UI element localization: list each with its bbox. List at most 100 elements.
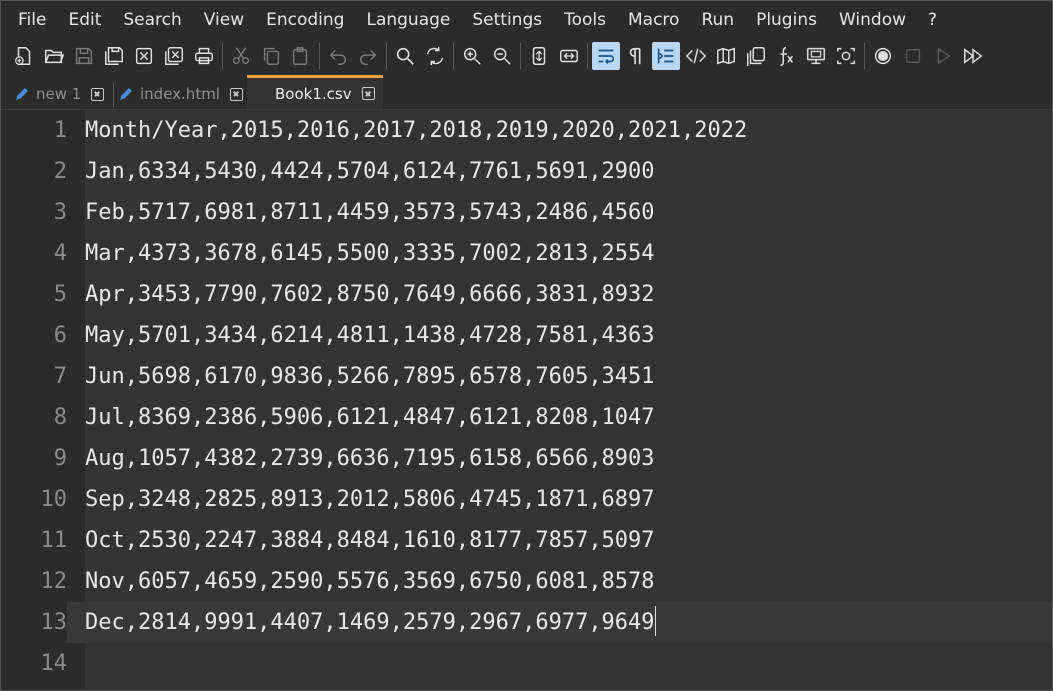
line-text[interactable]: Jul,8369,2386,5906,6121,4847,6121,8208,1…: [85, 397, 655, 438]
editor-line[interactable]: 8 Jul,8369,2386,5906,6121,4847,6121,8208,…: [10, 397, 1052, 438]
tab-label: new 1: [36, 85, 82, 103]
editor-line[interactable]: 14: [10, 643, 1052, 684]
editor-line[interactable]: 9 Aug,1057,4382,2739,6636,7195,6158,6566,…: [10, 438, 1052, 479]
line-content: Aug,1057,4382,2739,6636,7195,6158,6566,8…: [85, 446, 655, 471]
copy-icon[interactable]: [256, 41, 286, 71]
toolbar-divider: [319, 43, 320, 69]
editor-line[interactable]: 6 May,5701,3434,6214,4811,1438,4728,7581,…: [10, 315, 1052, 356]
line-content: Jan,6334,5430,4424,5704,6124,7761,5691,2…: [85, 159, 655, 184]
editor-line[interactable]: 12 Nov,6057,4659,2590,5576,3569,6750,6081…: [10, 561, 1052, 602]
menu-view[interactable]: View: [193, 1, 255, 39]
line-text[interactable]: May,5701,3434,6214,4811,1438,4728,7581,4…: [85, 315, 655, 356]
editor-line[interactable]: 1 Month/Year,2015,2016,2017,2018,2019,202…: [10, 110, 1052, 151]
toolbar-divider: [587, 43, 588, 69]
line-text[interactable]: Dec,2814,9991,4407,1469,2579,2967,6977,9…: [85, 602, 656, 643]
save-icon[interactable]: [69, 41, 99, 71]
redo-icon[interactable]: [353, 41, 383, 71]
toolbar-divider: [386, 43, 387, 69]
line-content: Nov,6057,4659,2590,5576,3569,6750,6081,8…: [85, 569, 655, 594]
toolbar: [1, 39, 1052, 73]
menu-edit[interactable]: Edit: [57, 1, 112, 39]
open-file-icon[interactable]: [39, 41, 69, 71]
run-macro-multiple-icon[interactable]: [958, 41, 988, 71]
line-content: Jul,8369,2386,5906,6121,4847,6121,8208,1…: [85, 405, 655, 430]
line-text[interactable]: Nov,6057,4659,2590,5576,3569,6750,6081,8…: [85, 561, 655, 602]
tab-book1-csv[interactable]: Book1.csv: [247, 75, 383, 109]
tab-bar: new 1 index.html Book1.csv: [1, 73, 1052, 110]
line-text[interactable]: Feb,5717,6981,8711,4459,3573,5743,2486,4…: [85, 192, 655, 233]
menu-settings[interactable]: Settings: [461, 1, 553, 39]
tab-index-html[interactable]: index.html: [117, 79, 243, 109]
replace-icon[interactable]: [420, 41, 450, 71]
menu-language[interactable]: Language: [355, 1, 461, 39]
sync-horizontal-icon[interactable]: [554, 41, 584, 71]
zoom-in-icon[interactable]: [457, 41, 487, 71]
menu-tools[interactable]: Tools: [553, 1, 617, 39]
text-editor[interactable]: 1 Month/Year,2015,2016,2017,2018,2019,202…: [10, 110, 1052, 690]
close-all-icon[interactable]: [159, 41, 189, 71]
xml-tag-icon[interactable]: [681, 41, 711, 71]
text-caret: [654, 606, 656, 636]
function-list-icon[interactable]: [771, 41, 801, 71]
cut-icon[interactable]: [226, 41, 256, 71]
editor-line[interactable]: 3 Feb,5717,6981,8711,4459,3573,5743,2486,…: [10, 192, 1052, 233]
stop-record-icon[interactable]: [898, 41, 928, 71]
line-content: Dec,2814,9991,4407,1469,2579,2967,6977,9…: [85, 610, 655, 635]
monitor-icon[interactable]: [831, 41, 861, 71]
line-text[interactable]: Mar,4373,3678,6145,5500,3335,7002,2813,2…: [85, 233, 655, 274]
pencil-icon: [120, 88, 132, 100]
indent-guide-icon[interactable]: [652, 42, 680, 70]
close-tab-icon[interactable]: [361, 87, 375, 100]
show-all-chars-icon[interactable]: [621, 41, 651, 71]
line-text[interactable]: Month/Year,2015,2016,2017,2018,2019,2020…: [85, 110, 747, 151]
editor-line[interactable]: 11 Oct,2530,2247,3884,8484,1610,8177,7857…: [10, 520, 1052, 561]
line-text[interactable]: Sep,3248,2825,8913,2012,5806,4745,1871,6…: [85, 479, 655, 520]
find-icon[interactable]: [390, 41, 420, 71]
word-wrap-icon[interactable]: [592, 42, 620, 70]
record-macro-icon[interactable]: [868, 41, 898, 71]
toolbar-divider: [864, 43, 865, 69]
menu-file[interactable]: File: [1, 1, 57, 39]
tab-new-1[interactable]: new 1: [13, 79, 105, 109]
pencil-icon: [16, 88, 28, 100]
print-icon[interactable]: [189, 41, 219, 71]
folder-workspace-icon[interactable]: [801, 41, 831, 71]
save-all-icon[interactable]: [99, 41, 129, 71]
line-text[interactable]: Aug,1057,4382,2739,6636,7195,6158,6566,8…: [85, 438, 655, 479]
menu-encoding[interactable]: Encoding: [255, 1, 355, 39]
editor-line[interactable]: 7 Jun,5698,6170,9836,5266,7895,6578,7605,…: [10, 356, 1052, 397]
close-tab-icon[interactable]: [229, 87, 243, 101]
undo-icon[interactable]: [323, 41, 353, 71]
menu-macro[interactable]: Macro: [617, 1, 690, 39]
line-number: 8: [10, 397, 67, 438]
editor-line[interactable]: 4 Mar,4373,3678,6145,5500,3335,7002,2813,…: [10, 233, 1052, 274]
zoom-out-icon[interactable]: [487, 41, 517, 71]
menu-plugins[interactable]: Plugins: [745, 1, 828, 39]
sync-vertical-icon[interactable]: [524, 41, 554, 71]
line-number: 2: [10, 151, 67, 192]
menu-window[interactable]: Window: [828, 1, 917, 39]
editor-line[interactable]: 13 Dec,2814,9991,4407,1469,2579,2967,6977…: [10, 602, 1052, 643]
menu-help[interactable]: ?: [917, 1, 948, 39]
new-file-icon[interactable]: [9, 41, 39, 71]
line-text[interactable]: Jun,5698,6170,9836,5266,7895,6578,7605,3…: [85, 356, 655, 397]
close-icon[interactable]: [129, 41, 159, 71]
line-number: 12: [10, 561, 67, 602]
menu-search[interactable]: Search: [112, 1, 192, 39]
line-text[interactable]: Apr,3453,7790,7602,8750,7649,6666,3831,8…: [85, 274, 655, 315]
line-content: Oct,2530,2247,3884,8484,1610,8177,7857,5…: [85, 528, 655, 553]
close-tab-icon[interactable]: [91, 87, 105, 101]
paste-icon[interactable]: [286, 41, 316, 71]
line-text[interactable]: Oct,2530,2247,3884,8484,1610,8177,7857,5…: [85, 520, 655, 561]
toolbar-divider: [520, 43, 521, 69]
editor-line[interactable]: 2 Jan,6334,5430,4424,5704,6124,7761,5691,…: [10, 151, 1052, 192]
menu-run[interactable]: Run: [690, 1, 745, 39]
line-content: Month/Year,2015,2016,2017,2018,2019,2020…: [85, 118, 748, 143]
line-text[interactable]: Jan,6334,5430,4424,5704,6124,7761,5691,2…: [85, 151, 655, 192]
editor-line[interactable]: 5 Apr,3453,7790,7602,8750,7649,6666,3831,…: [10, 274, 1052, 315]
document-list-icon[interactable]: [741, 41, 771, 71]
line-number: 14: [10, 643, 67, 684]
play-macro-icon[interactable]: [928, 41, 958, 71]
document-map-icon[interactable]: [711, 41, 741, 71]
editor-line[interactable]: 10 Sep,3248,2825,8913,2012,5806,4745,1871…: [10, 479, 1052, 520]
